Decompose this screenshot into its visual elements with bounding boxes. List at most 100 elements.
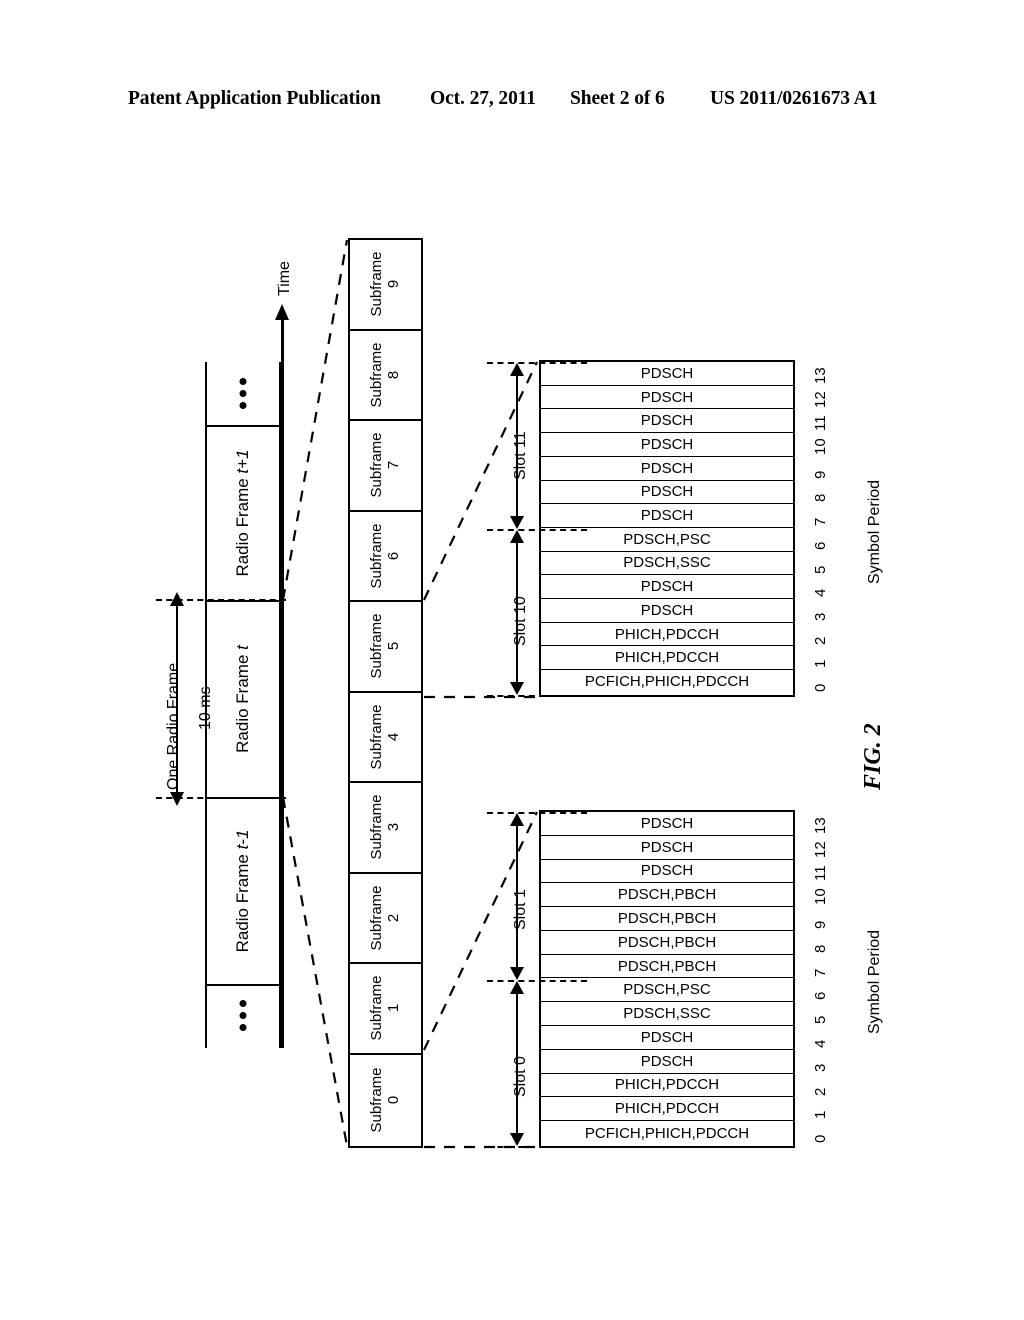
connector-lines bbox=[281, 239, 538, 1149]
subframe-cell: Subframe 6 bbox=[350, 512, 421, 602]
symbol-period-number: 10 bbox=[812, 888, 829, 906]
symbol-period-row-label: PDSCH bbox=[640, 388, 694, 406]
slot-bracket-arrow-down bbox=[510, 966, 524, 980]
radio-frame-cell: Radio Frame t+1 bbox=[205, 425, 281, 600]
symbol-period-row-label: PDSCH bbox=[640, 1028, 694, 1046]
symbol-period-row: PDSCH bbox=[541, 504, 793, 528]
symbol-period-row-label: PDSCH bbox=[640, 412, 694, 430]
symbol-period-row: PDSCH bbox=[541, 1026, 793, 1050]
symbol-period-number: 3 bbox=[812, 612, 829, 621]
symbol-period-number: 11 bbox=[812, 865, 829, 882]
radio-frame-label: Radio Frame t+1 bbox=[233, 448, 252, 577]
symbol-period-row: PDSCH,PBCH bbox=[541, 930, 793, 955]
symbol-period-row-label: PDSCH,PBCH bbox=[617, 957, 717, 975]
slot-bracket-arrow-up bbox=[510, 813, 524, 826]
symbol-period-number: 8 bbox=[812, 494, 829, 503]
slot-bracket-bottom-dash bbox=[487, 1146, 587, 1148]
subframe-label: Subframe 4 bbox=[367, 704, 402, 770]
symbol-period-number: 0 bbox=[812, 1134, 829, 1144]
symbol-period-row: PDSCH bbox=[541, 812, 793, 836]
symbol-period-row-label: PDSCH bbox=[640, 507, 694, 525]
slot-divider-dash bbox=[487, 979, 587, 982]
symbol-period-row-label: PDSCH,SSC bbox=[623, 554, 711, 572]
symbol-period-number: 3 bbox=[812, 1063, 829, 1072]
symbol-period-number: 4 bbox=[812, 1039, 829, 1048]
slot-label: Slot 11 bbox=[512, 430, 529, 480]
symbol-period-row: PDSCH bbox=[541, 409, 793, 434]
header-date: Oct. 27, 2011 bbox=[430, 88, 536, 109]
symbol-period-row-label: PCFICH,PHICH,PDCCH bbox=[584, 1124, 750, 1142]
symbol-period-row: PDSCH bbox=[541, 456, 793, 481]
symbol-period-row: PDSCH bbox=[541, 480, 793, 505]
radio-frame-label: Radio Frame t-1 bbox=[233, 829, 252, 952]
symbol-period-row: PHICH,PDCCH bbox=[541, 1097, 793, 1122]
symbol-period-row: PDSCH bbox=[541, 362, 793, 386]
symbol-period-row: PCFICH,PHICH,PDCCH bbox=[541, 670, 793, 694]
radio-frame-ellipsis bbox=[239, 377, 247, 409]
symbol-period-number: 1 bbox=[812, 660, 829, 669]
subframe-cell: Subframe 5 bbox=[350, 602, 421, 693]
radio-frame-label: Radio Frame t bbox=[233, 644, 252, 753]
symbol-period-row: PCFICH,PHICH,PDCCH bbox=[541, 1121, 793, 1145]
symbol-period-row-label: PDSCH bbox=[640, 838, 694, 856]
slot-label: Slot 0 bbox=[512, 1055, 529, 1097]
symbol-period-row: PDSCH,PSC bbox=[541, 978, 793, 1003]
symbol-period-number: 2 bbox=[812, 1087, 829, 1096]
subframe-cell: Subframe 8 bbox=[350, 331, 421, 421]
radio-frame-separator bbox=[205, 984, 281, 986]
radio-frame-separator bbox=[205, 797, 281, 799]
symbol-period-row: PDSCH,SSC bbox=[541, 551, 793, 576]
symbol-period-row: PHICH,PDCCH bbox=[541, 1073, 793, 1098]
symbol-period-row-label: PDSCH,PSC bbox=[623, 981, 711, 999]
symbol-period-number: 9 bbox=[812, 470, 829, 479]
symbol-period-number: 9 bbox=[812, 920, 829, 930]
slot-label: Slot 1 bbox=[512, 888, 529, 930]
radio-frame-measure-arrow-down bbox=[170, 792, 184, 806]
time-axis-line bbox=[281, 315, 284, 1048]
symbol-period-row-label: PDSCH,PBCH bbox=[617, 886, 717, 904]
symbol-period-row: PDSCH,PSC bbox=[541, 527, 793, 552]
symbol-period-number: 11 bbox=[812, 415, 829, 432]
symbol-period-row-label: PDSCH bbox=[640, 459, 694, 477]
symbol-period-row: PDSCH bbox=[541, 859, 793, 884]
slot-bracket-arrow-down bbox=[510, 516, 524, 529]
symbol-period-row-label: PDSCH bbox=[640, 578, 694, 596]
subframe-label: Subframe 3 bbox=[367, 794, 402, 860]
symbol-period-number: 1 bbox=[812, 1110, 829, 1120]
symbol-period-row: PHICH,PDCCH bbox=[541, 646, 793, 671]
symbol-period-row-label: PDSCH,SSC bbox=[623, 1005, 711, 1023]
symbol-period-number: 13 bbox=[812, 817, 829, 834]
symbol-period-row-label: PHICH,PDCCH bbox=[614, 1100, 720, 1118]
symbol-period-number: 10 bbox=[812, 438, 829, 455]
subframe-label: Subframe 6 bbox=[367, 523, 402, 589]
subframe-cell: Subframe 7 bbox=[350, 421, 421, 512]
symbol-period-number: 13 bbox=[812, 367, 829, 384]
symbol-period-axis-title: Symbol Period bbox=[866, 479, 883, 584]
radio-frame-ellipsis bbox=[239, 1000, 247, 1031]
figure-caption: FIG. 2 bbox=[860, 723, 886, 790]
symbol-period-row: PDSCH bbox=[541, 599, 793, 623]
symbol-period-row: PDSCH bbox=[541, 433, 793, 457]
symbol-period-number: 4 bbox=[812, 588, 829, 598]
header-patent-number: US 2011/0261673 A1 bbox=[710, 88, 878, 109]
radio-frame-measure-arrow-up bbox=[170, 592, 184, 606]
symbol-period-row: PDSCH,PBCH bbox=[541, 907, 793, 931]
symbol-period-row-label: PCFICH,PHICH,PDCCH bbox=[584, 673, 750, 691]
radio-frame-separator bbox=[205, 600, 281, 602]
header-publication: Patent Application Publication bbox=[128, 88, 381, 109]
symbol-period-number: 7 bbox=[812, 968, 829, 977]
symbol-period-number: 6 bbox=[812, 541, 829, 550]
subframe-cell: Subframe 9 bbox=[350, 240, 421, 331]
subframe-label: Subframe 1 bbox=[367, 975, 402, 1041]
symbol-period-row-label: PHICH,PDCCH bbox=[614, 625, 720, 643]
patent-figure-page: Patent Application Publication Oct. 27, … bbox=[0, 0, 1024, 1320]
symbol-period-row-label: PDSCH bbox=[640, 862, 694, 880]
slot-bracket-arrow-down bbox=[510, 1133, 524, 1146]
symbol-period-row-label: PDSCH bbox=[640, 483, 694, 501]
symbol-period-row: PDSCH,PBCH bbox=[541, 954, 793, 979]
symbol-period-row: PDSCH bbox=[541, 835, 793, 860]
subframe-cell: Subframe 4 bbox=[350, 693, 421, 783]
symbol-period-row-label: PDSCH bbox=[640, 364, 694, 382]
symbol-period-number: 5 bbox=[812, 565, 829, 574]
subframe-cell: Subframe 2 bbox=[350, 874, 421, 964]
